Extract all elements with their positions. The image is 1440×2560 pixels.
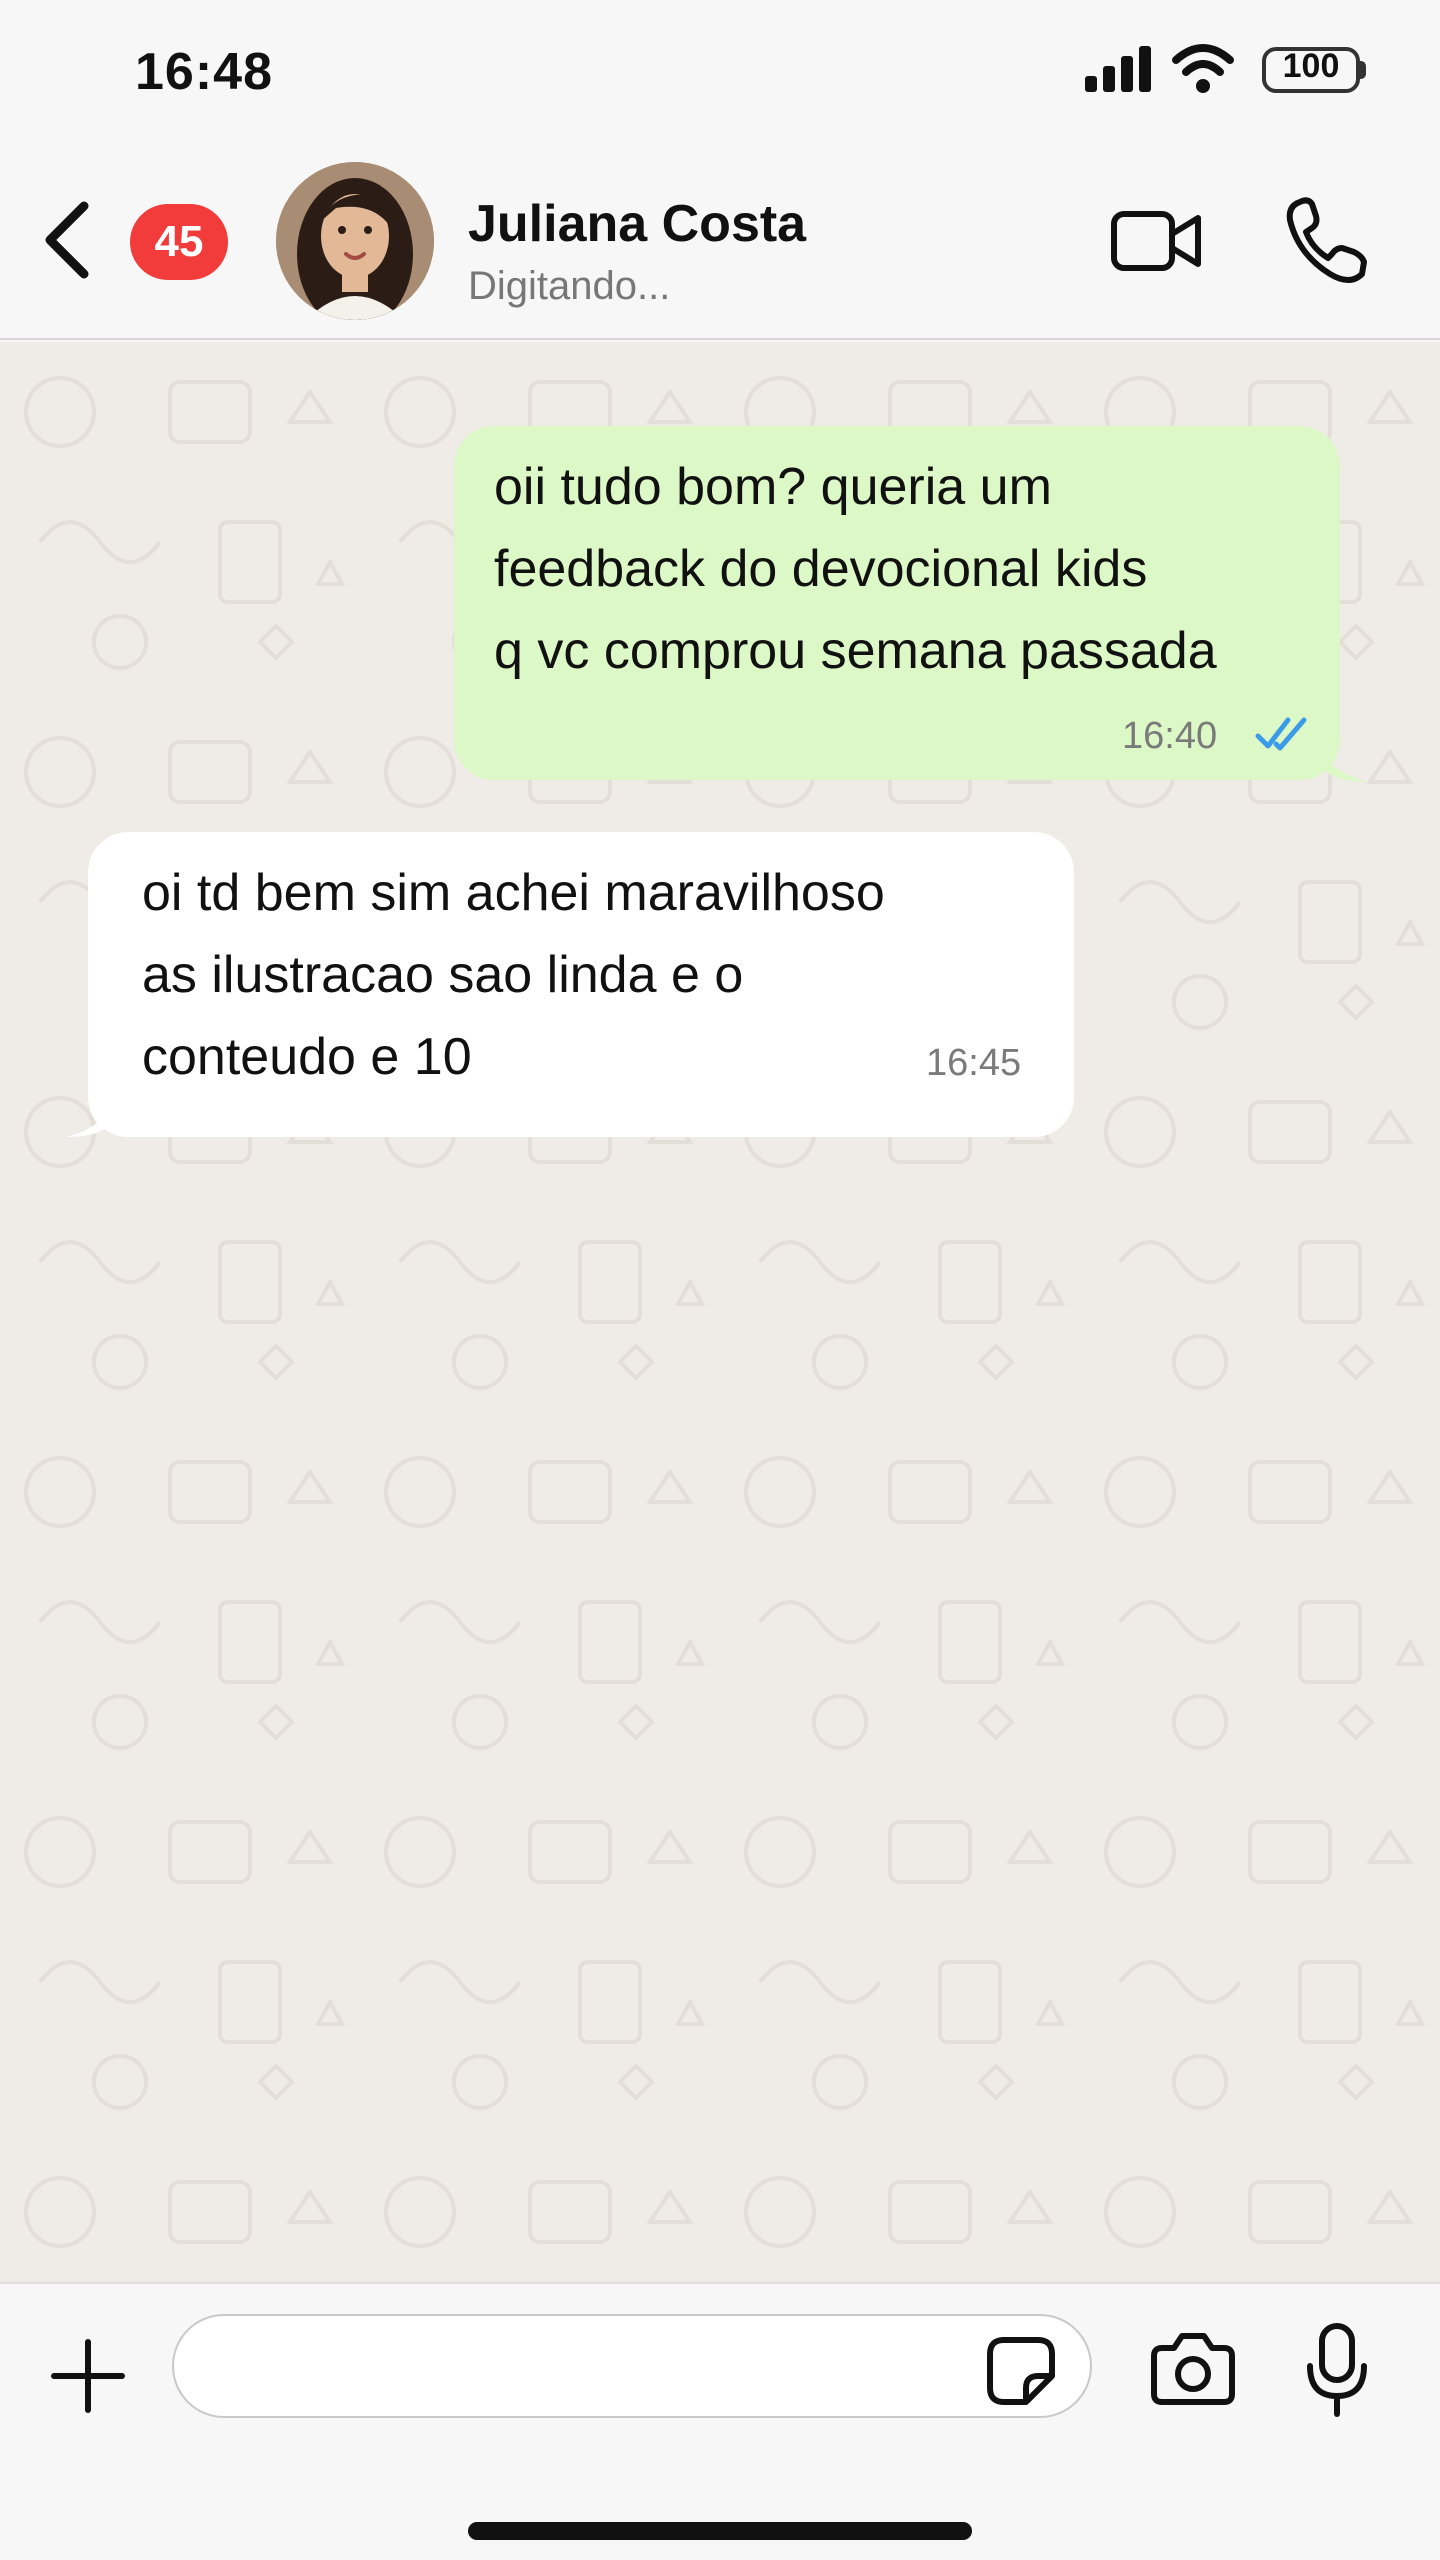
message-list[interactable]: oii tudo bom? queria um feedback do devo… — [0, 342, 1440, 2282]
message-input-bar — [0, 2282, 1440, 2560]
unread-count-badge[interactable]: 45 — [130, 204, 228, 280]
camera-icon — [1151, 2333, 1235, 2405]
message-time: 16:40 — [1122, 715, 1218, 757]
double-check-icon — [1255, 717, 1307, 751]
message-text-line: conteudo e 10 — [142, 1028, 472, 1086]
plus-icon — [51, 2339, 125, 2413]
message-input[interactable] — [172, 2314, 1092, 2418]
avatar[interactable] — [276, 162, 434, 320]
video-call-button[interactable] — [1110, 202, 1202, 280]
plus-button[interactable] — [48, 2336, 128, 2416]
chat-header: 45 Juliana Costa Digitando... — [0, 150, 1440, 340]
incoming-bubble-tail — [66, 1097, 116, 1137]
voice-call-button[interactable] — [1284, 196, 1370, 286]
chevron-left-icon — [45, 201, 89, 279]
message-text-line: oii tudo bom? queria um — [494, 458, 1052, 516]
outgoing-message[interactable]: oii tudo bom? queria um feedback do devo… — [454, 426, 1340, 780]
microphone-icon — [1319, 2323, 1355, 2383]
home-indicator[interactable] — [468, 2522, 972, 2540]
contact-name[interactable]: Juliana Costa — [468, 194, 806, 254]
camera-button[interactable] — [1150, 2332, 1236, 2406]
outgoing-bubble-tail — [1318, 742, 1368, 782]
sticker-icon — [987, 2337, 1055, 2405]
contact-status: Digitando... — [468, 264, 671, 308]
wifi-icon — [1172, 44, 1234, 93]
back-button[interactable] — [40, 200, 100, 280]
message-text-line: feedback do devocional kids — [494, 540, 1148, 598]
signal-icon — [1085, 46, 1151, 92]
message-text-line: oi td bem sim achei maravilhoso — [142, 864, 885, 922]
message-text-line: as ilustracao sao linda e o — [142, 946, 744, 1004]
message-text-line: q vc comprou semana passada — [494, 622, 1217, 680]
sticker-button[interactable] — [986, 2336, 1056, 2406]
incoming-message[interactable]: oi td bem sim achei maravilhoso as ilust… — [88, 832, 1074, 1137]
status-time: 16:48 — [135, 43, 273, 101]
microphone-button[interactable] — [1306, 2322, 1368, 2418]
status-bar: 16:48 100 — [0, 0, 1440, 150]
message-time: 16:45 — [926, 1042, 1022, 1084]
chat-screen: 16:48 100 45 Juliana Costa Digitando... … — [0, 0, 1440, 2560]
battery-level: 100 — [1282, 47, 1340, 85]
